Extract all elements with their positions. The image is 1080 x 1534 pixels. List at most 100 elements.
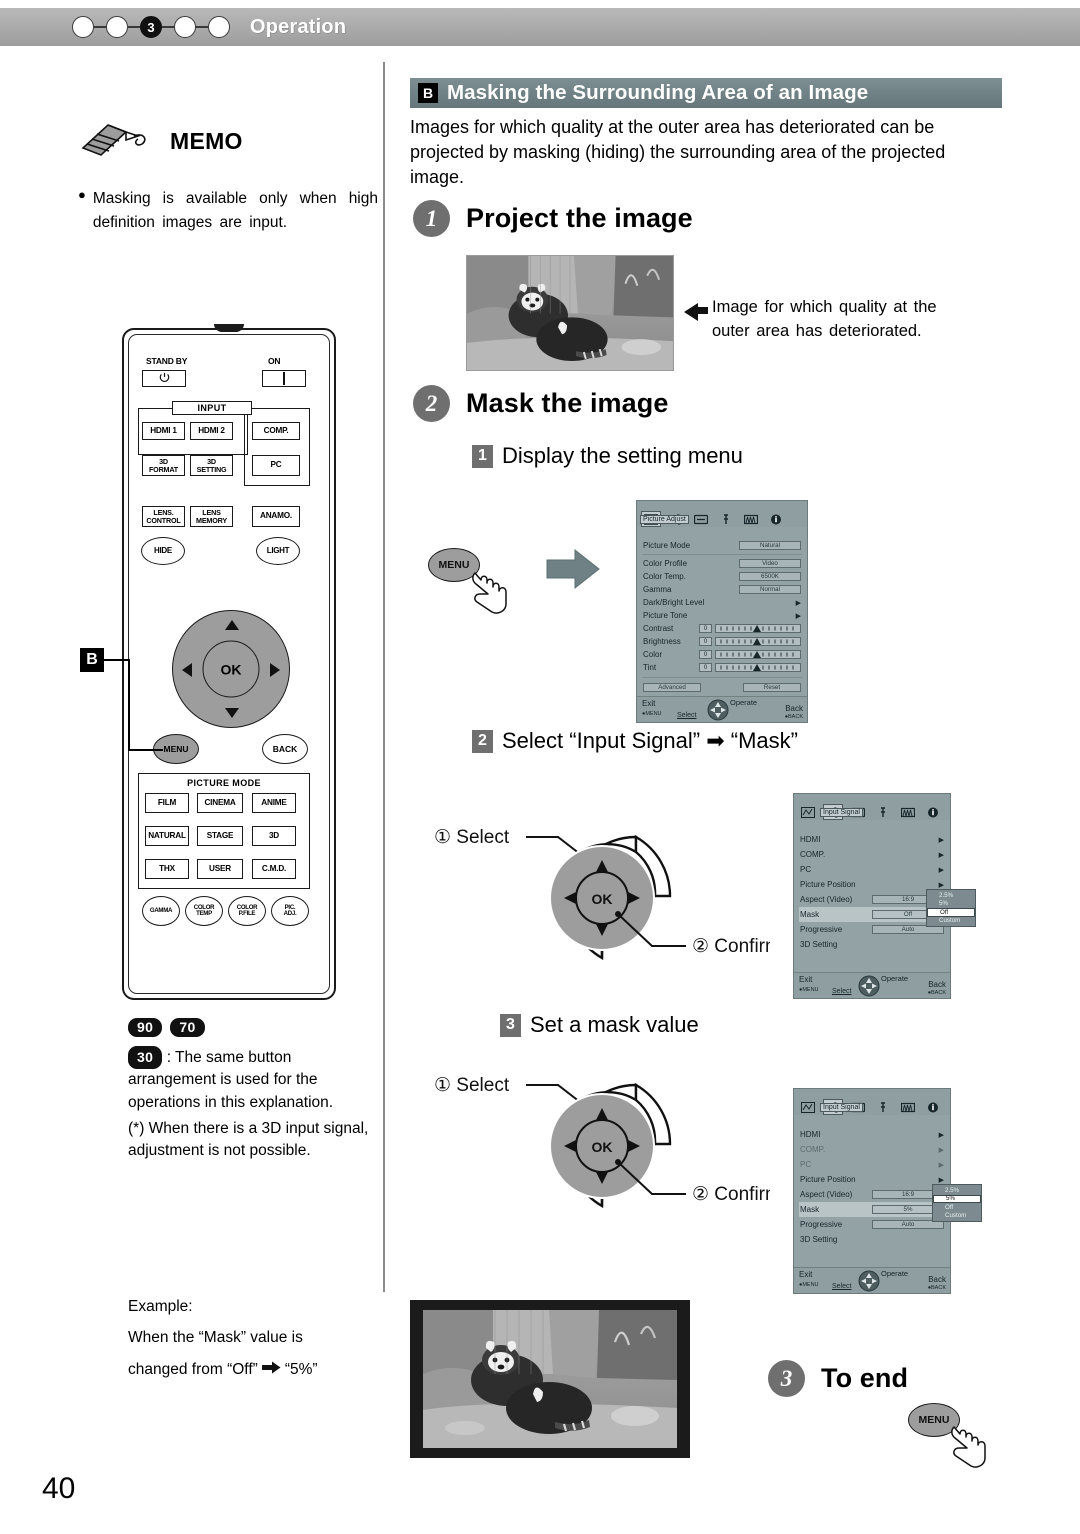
osd-tab-bar[interactable] — [794, 794, 950, 820]
tab-information-icon[interactable] — [766, 511, 786, 527]
row-value[interactable]: 6500K — [739, 571, 801, 582]
light-button[interactable]: LIGHT — [256, 537, 300, 565]
dropdown-option[interactable]: Off — [933, 1203, 981, 1212]
thx-button[interactable]: THX — [145, 859, 189, 879]
color-temp-button[interactable]: COLOR TEMP — [185, 896, 223, 926]
dropdown-option[interactable]: 2.5% — [927, 891, 975, 900]
tab-display-icon[interactable] — [691, 511, 711, 527]
osd-row[interactable]: Gamma Normal — [642, 583, 802, 596]
dpad[interactable]: OK — [172, 610, 290, 728]
tab-picture-adjust-icon[interactable] — [798, 804, 818, 820]
tab-function-icon[interactable] — [873, 804, 893, 820]
osd-row[interactable]: Dark/Bright Level ▶ — [642, 596, 802, 609]
hdmi1-button[interactable]: HDMI 1 — [142, 422, 185, 440]
3d-format-button[interactable]: 3D FORMAT — [142, 455, 185, 476]
pc-button[interactable]: PC — [252, 455, 300, 476]
osd-row[interactable]: HDMI ▶ — [799, 832, 945, 847]
row-slider[interactable] — [715, 650, 801, 659]
osd-row[interactable]: Aspect (Video) 16:9 — [799, 892, 945, 907]
mask-dropdown-off[interactable]: 2.5% 5% ✓ Off Custom — [926, 889, 976, 927]
tab-information-icon[interactable] — [923, 1099, 943, 1115]
osd-row-mask[interactable]: Mask 5% — [799, 1202, 945, 1217]
on-button[interactable] — [262, 370, 306, 387]
row-value[interactable]: Normal — [739, 584, 801, 595]
row-value[interactable]: Video — [739, 558, 801, 569]
cmd-button[interactable]: C.M.D. — [252, 859, 296, 879]
tab-function-icon[interactable] — [716, 511, 736, 527]
row-number[interactable]: 0 — [699, 649, 712, 660]
3d-setting-button[interactable]: 3D SETTING — [190, 455, 233, 476]
row-number[interactable]: 0 — [699, 623, 712, 634]
row-slider[interactable] — [715, 663, 801, 672]
osd-row[interactable]: Picture Tone ▶ — [642, 609, 802, 622]
osd-row[interactable]: PC ▶ — [799, 862, 945, 877]
row-number[interactable]: 0 — [699, 662, 712, 673]
lens-memory-button[interactable]: LENS MEMORY — [190, 506, 233, 527]
3d-button[interactable]: 3D — [252, 826, 296, 846]
hide-button[interactable]: HIDE — [141, 537, 185, 565]
row-number[interactable]: 0 — [699, 636, 712, 647]
dropdown-option[interactable]: 2.5% — [933, 1186, 981, 1195]
picture-adjust-button[interactable]: PIC. ADJ. — [271, 896, 309, 926]
reset-button[interactable]: Reset — [743, 682, 801, 693]
dropdown-option[interactable]: Custom — [927, 917, 975, 926]
hdmi2-button[interactable]: HDMI 2 — [190, 422, 233, 440]
film-button[interactable]: FILM — [145, 793, 189, 813]
mask-dropdown-5[interactable]: 2.5% ✓ 5% Off Custom — [932, 1184, 982, 1222]
anamo-button[interactable]: ANAMO. — [252, 506, 300, 527]
osd-action-row[interactable]: Advanced Reset — [642, 681, 802, 694]
back-button[interactable]: BACK — [262, 734, 308, 764]
tab-installation-icon[interactable] — [898, 804, 918, 820]
osd-input-signal-5[interactable]: Input Signal HDMI ▶ COMP. ▶ PC ▶ Picture… — [793, 1088, 982, 1294]
dropdown-option[interactable]: Custom — [933, 1212, 981, 1221]
row-slider[interactable] — [715, 637, 801, 646]
input-group-label: INPUT — [172, 401, 252, 415]
osd-row[interactable]: Progressive Auto — [799, 922, 945, 937]
osd-row-mask[interactable]: Mask Off — [799, 907, 945, 922]
tab-function-icon[interactable] — [873, 1099, 893, 1115]
osd-picture-adjust[interactable]: Picture Adjust Picture Mode Natural Colo… — [636, 500, 808, 723]
row-value[interactable]: Natural — [739, 540, 801, 551]
standby-button[interactable] — [142, 370, 186, 387]
dropdown-option[interactable]: 5% — [927, 900, 975, 909]
osd-row[interactable]: Picture Position ▶ — [799, 1172, 945, 1187]
osd-row[interactable]: 3D Setting — [799, 1232, 945, 1247]
tab-picture-adjust-icon[interactable] — [798, 1099, 818, 1115]
lens-control-button[interactable]: LENS. CONTROL — [142, 506, 185, 527]
ok-button[interactable]: OK — [202, 640, 260, 698]
color-profile-button[interactable]: COLOR P.FILE — [228, 896, 266, 926]
comp-button[interactable]: COMP. — [252, 422, 300, 440]
dpad-up-icon[interactable] — [225, 620, 239, 630]
osd-tab-bar[interactable] — [794, 1089, 950, 1115]
stage-button[interactable]: STAGE — [197, 826, 243, 846]
user-button[interactable]: USER — [197, 859, 243, 879]
osd-row[interactable]: Progressive Auto — [799, 1217, 945, 1232]
osd-row[interactable]: Picture Position ▶ — [799, 877, 945, 892]
osd-row[interactable]: Brightness 0 — [642, 635, 802, 648]
osd-footer: Exit ●MENU Select Operate Back ●BACK — [637, 696, 807, 722]
osd-row[interactable]: Contrast 0 — [642, 622, 802, 635]
dpad-left-icon[interactable] — [182, 663, 192, 677]
dpad-right-icon[interactable] — [270, 663, 280, 677]
osd-row[interactable]: Color 0 — [642, 648, 802, 661]
osd-input-signal-off[interactable]: Input Signal HDMI ▶ COMP. ▶ PC ▶ Picture… — [793, 793, 976, 999]
dpad-down-icon[interactable] — [225, 708, 239, 718]
osd-row[interactable]: Color Temp. 6500K — [642, 570, 802, 583]
tab-installation-icon[interactable] — [741, 511, 761, 527]
tab-information-icon[interactable] — [923, 804, 943, 820]
osd-row[interactable]: HDMI ▶ — [799, 1127, 945, 1142]
natural-button[interactable]: NATURAL — [145, 826, 189, 846]
osd-row[interactable]: 3D Setting — [799, 937, 945, 952]
cinema-button[interactable]: CINEMA — [197, 793, 243, 813]
osd-row[interactable]: Picture Mode Natural — [642, 539, 802, 552]
osd-row[interactable]: Aspect (Video) 16:9 — [799, 1187, 945, 1202]
anime-button[interactable]: ANIME — [252, 793, 296, 813]
advanced-button[interactable]: Advanced — [643, 682, 701, 693]
tab-installation-icon[interactable] — [898, 1099, 918, 1115]
row-slider[interactable] — [715, 624, 801, 633]
gamma-button[interactable]: GAMMA — [142, 896, 180, 926]
osd-row[interactable]: Tint 0 — [642, 661, 802, 674]
step-dot-5 — [208, 16, 230, 38]
osd-row[interactable]: COMP. ▶ — [799, 847, 945, 862]
osd-row[interactable]: Color Profile Video — [642, 557, 802, 570]
